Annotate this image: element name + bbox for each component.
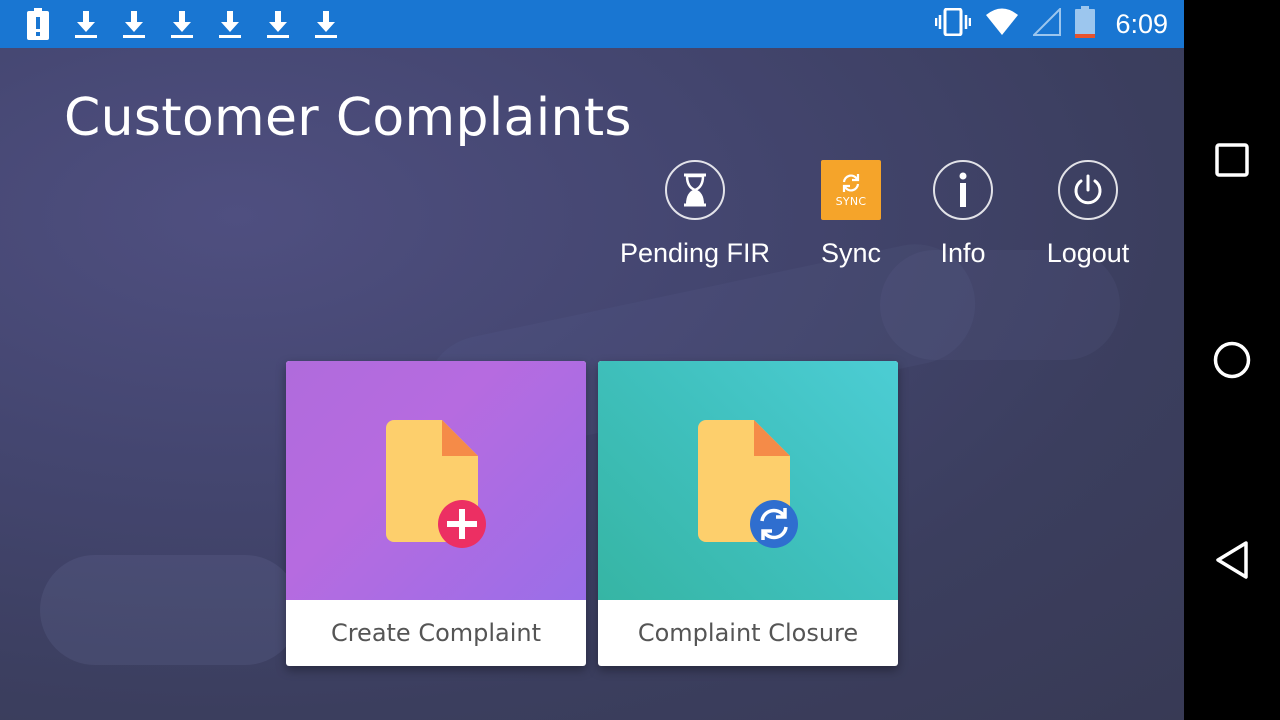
add-document-icon: [386, 420, 486, 548]
create-complaint-label: Create Complaint: [330, 619, 542, 647]
status-clock: 6:09: [1115, 8, 1168, 39]
home-icon: [1213, 341, 1251, 379]
download-icon: [312, 8, 340, 40]
status-bar: 6:09: [0, 0, 1184, 48]
info-button[interactable]: Info: [917, 160, 1009, 269]
info-label: Info: [940, 238, 986, 268]
recents-button[interactable]: [1184, 120, 1280, 200]
download-icon: [264, 8, 292, 40]
battery-icon: [1075, 6, 1096, 42]
home-button[interactable]: [1184, 320, 1280, 400]
wifi-icon: [985, 8, 1019, 40]
sync-badge-text: SYNC: [835, 194, 867, 208]
signal-icon: [1032, 6, 1062, 40]
power-icon: [1058, 160, 1118, 220]
pending-fir-button[interactable]: Pending FIR: [620, 160, 770, 269]
battery-alert-icon: [24, 8, 52, 40]
create-complaint-card[interactable]: Create Complaint: [286, 361, 586, 666]
page-title: Customer Complaints: [64, 88, 632, 148]
pending-fir-label: Pending FIR: [619, 238, 771, 268]
create-complaint-art: [286, 361, 586, 600]
app-screen: 6:09 Customer Complaints Pending FIR SYN…: [0, 0, 1184, 720]
sync-icon: SYNC: [821, 160, 881, 220]
logout-label: Logout: [1046, 238, 1130, 268]
download-icon: [120, 8, 148, 40]
download-icon: [72, 8, 100, 40]
back-button[interactable]: [1184, 520, 1280, 600]
background-shape: [40, 555, 300, 665]
sync-label: Sync: [820, 238, 882, 268]
download-icon: [216, 8, 244, 40]
back-icon: [1216, 541, 1248, 579]
vibrate-icon: [935, 7, 972, 40]
navigation-bar: [1184, 0, 1280, 720]
refresh-document-icon: [698, 420, 798, 548]
sync-button[interactable]: SYNC Sync: [805, 160, 897, 269]
hourglass-icon: [665, 160, 725, 220]
complaint-closure-card[interactable]: Complaint Closure: [598, 361, 898, 666]
logout-button[interactable]: Logout: [1030, 160, 1146, 269]
complaint-closure-art: [598, 361, 898, 600]
complaint-closure-label: Complaint Closure: [637, 619, 859, 647]
recents-icon: [1215, 143, 1249, 177]
download-icon: [168, 8, 196, 40]
info-icon: [933, 160, 993, 220]
